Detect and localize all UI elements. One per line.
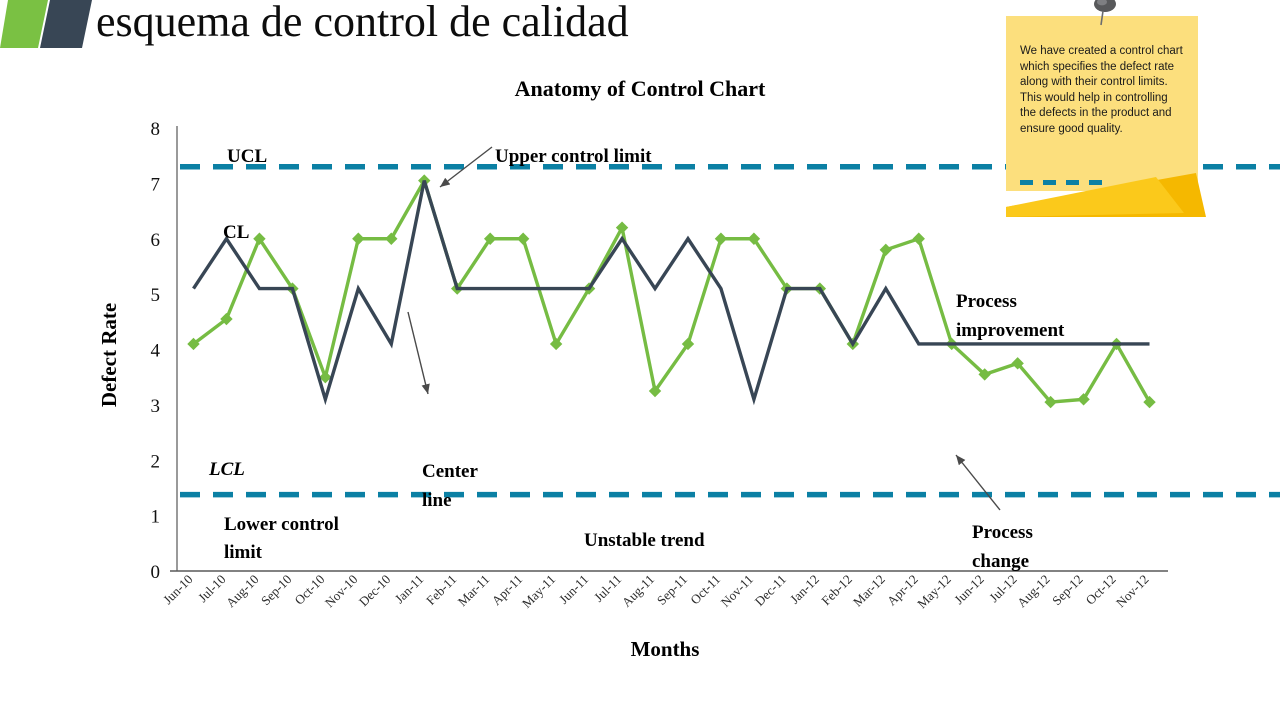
annotation-process-change-2: change xyxy=(972,551,1029,572)
process-change-arrow xyxy=(955,454,1001,511)
x-tick-Jan-12: Jan-12 xyxy=(787,572,822,607)
annotation-center-line-1: Center xyxy=(422,461,478,482)
pushpin-icon xyxy=(1094,0,1116,26)
x-tick-Aug-12: Aug-12 xyxy=(1014,572,1053,611)
y-tick-3: 3 xyxy=(151,396,161,417)
y-axis-tick-labels: 0 1 2 3 4 5 6 7 8 xyxy=(151,119,161,583)
data-point-marker xyxy=(879,243,892,257)
x-tick-Dec-11: Dec-11 xyxy=(752,572,789,609)
x-tick-Apr-11: Apr-11 xyxy=(489,572,526,609)
y-tick-8: 8 xyxy=(151,119,161,140)
y-tick-0: 0 xyxy=(151,562,161,583)
center-line-arrow xyxy=(407,311,430,395)
annotation-process-improvement-1: Process xyxy=(956,291,1017,312)
x-tick-Oct-12: Oct-12 xyxy=(1083,572,1119,608)
x-tick-Nov-12: Nov-12 xyxy=(1113,572,1152,611)
data-point-marker xyxy=(352,232,365,245)
x-tick-Nov-10: Nov-10 xyxy=(322,572,361,611)
x-tick-Mar-11: Mar-11 xyxy=(455,572,493,610)
data-point-marker xyxy=(912,232,925,245)
annotation-upper-control-limit: Upper control limit xyxy=(495,146,652,167)
x-axis-title: Months xyxy=(631,637,700,661)
y-tick-2: 2 xyxy=(151,451,161,472)
x-tick-Jun-10: Jun-10 xyxy=(160,572,196,608)
x-tick-Mar-12: Mar-12 xyxy=(850,572,888,610)
y-tick-1: 1 xyxy=(151,507,161,528)
annotation-unstable-trend: Unstable trend xyxy=(584,530,705,551)
x-tick-Aug-11: Aug-11 xyxy=(619,572,657,610)
data-point-marker xyxy=(714,232,728,245)
annotation-center-line-2: line xyxy=(422,490,452,511)
x-tick-Jan-11: Jan-11 xyxy=(392,572,427,607)
y-tick-4: 4 xyxy=(151,341,161,362)
annotation-ucl-short: UCL xyxy=(227,146,267,167)
x-tick-Oct-10: Oct-10 xyxy=(291,572,327,608)
annotation-lower-control-limit-line1: Lower control xyxy=(224,514,339,535)
x-tick-Jun-12: Jun-12 xyxy=(951,572,987,608)
x-tick-Sep-11: Sep-11 xyxy=(654,572,690,608)
x-axis-tick-labels: Jun-10 Jul-10Aug-10Sep-10Oct-10Nov-10Dec-… xyxy=(160,572,1152,612)
x-tick-May-11: May-11 xyxy=(519,572,558,611)
sticky-note: We have created a control chart which sp… xyxy=(1006,0,1206,217)
annotation-process-improvement-2: improvement xyxy=(956,320,1065,341)
y-tick-5: 5 xyxy=(151,285,161,306)
sticky-note-text: We have created a control chart which sp… xyxy=(1020,45,1183,135)
x-tick-Sep-10: Sep-10 xyxy=(258,572,295,609)
annotation-lower-control-limit-line2: limit xyxy=(224,542,263,563)
y-axis-title: Defect Rate xyxy=(97,303,121,407)
y-tick-7: 7 xyxy=(151,174,161,195)
x-tick-May-12: May-12 xyxy=(914,572,954,612)
x-tick-Aug-10: Aug-10 xyxy=(223,572,262,611)
data-point-marker xyxy=(516,232,530,245)
x-tick-Oct-11: Oct-11 xyxy=(687,572,723,608)
x-tick-Dec-10: Dec-10 xyxy=(356,572,394,610)
annotation-process-change-1: Process xyxy=(972,522,1033,543)
x-tick-Jun-11: Jun-11 xyxy=(556,572,591,607)
x-tick-Feb-11: Feb-11 xyxy=(423,572,459,608)
x-tick-Sep-12: Sep-12 xyxy=(1049,572,1086,609)
annotation-lcl-short: LCL xyxy=(208,459,245,480)
y-tick-6: 6 xyxy=(151,230,161,251)
annotation-cl-short: CL xyxy=(223,222,249,243)
x-tick-Feb-12: Feb-12 xyxy=(818,572,855,609)
sticky-note-dash-divider xyxy=(1020,180,1112,185)
data-point-marker xyxy=(615,221,629,234)
x-tick-Nov-11: Nov-11 xyxy=(718,572,756,610)
